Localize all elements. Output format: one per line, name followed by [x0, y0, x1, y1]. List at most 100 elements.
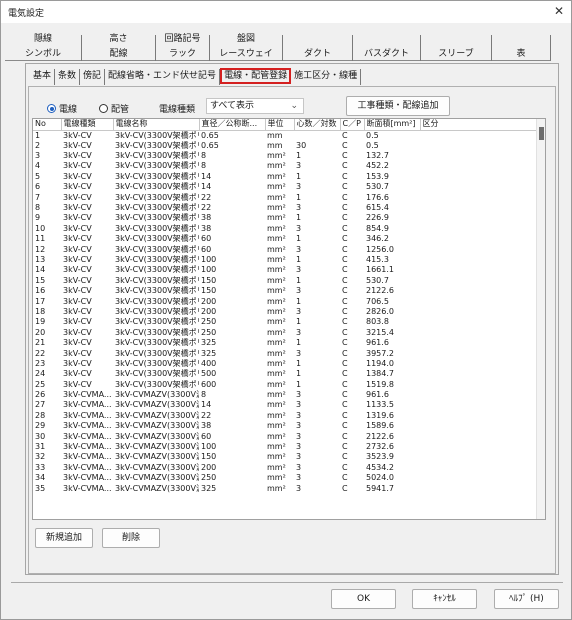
- add-work-type-button[interactable]: 工事種類・配線追加: [346, 96, 450, 116]
- new-add-button[interactable]: 新規追加: [35, 528, 93, 548]
- table-cell: mm²: [267, 234, 286, 244]
- table-row[interactable]: 12 3kV-CV 3kV-CV(3300V架橋ポリ...60 mm² 3 C 1256.0: [33, 244, 538, 254]
- table-cell: [420, 265, 538, 275]
- table-cell: 250: [201, 327, 217, 337]
- table-cell: 3kV-CV: [63, 338, 92, 348]
- column-header[interactable]: 直径／公称断...: [199, 119, 266, 131]
- radio-pipe[interactable]: 配管: [99, 102, 129, 115]
- tab-table[interactable]: 表: [492, 47, 550, 61]
- table-row[interactable]: 2 3kV-CV 3kV-CV(3300V架橋ポリ...0.65 mm 30 C 0.5: [33, 141, 538, 151]
- table-cell: 1: [296, 234, 302, 244]
- table-cell: 1: [296, 275, 302, 285]
- table-row[interactable]: 35 3kV-CVMA...3kV-CVMAZV(3300V波...325 mm² 3…: [33, 483, 538, 493]
- column-header[interactable]: 電線名称: [113, 119, 200, 131]
- table-row[interactable]: 31 3kV-CVMA...3kV-CVMAZV(3300V波...100 mm² 3…: [33, 442, 538, 452]
- table-row[interactable]: 22 3kV-CV 3kV-CV(3300V架橋ポリ...325 mm² 3 C 3957.…: [33, 348, 538, 358]
- table-row[interactable]: 25 3kV-CV 3kV-CV(3300V架橋ポリ...600 mm² 1 C 1519.…: [33, 379, 538, 389]
- vertical-scrollbar[interactable]: [536, 119, 545, 519]
- column-header[interactable]: 心数／対数: [294, 119, 341, 131]
- table-row[interactable]: 23 3kV-CV 3kV-CV(3300V架橋ポリ...400 mm² 1 C 1194.…: [33, 359, 538, 369]
- subtab-annotation[interactable]: 傍記: [80, 69, 106, 85]
- table-cell: 1589.6: [366, 421, 394, 431]
- table-cell: 1194.0: [366, 358, 394, 368]
- table-row[interactable]: 7 3kV-CV 3kV-CV(3300V架橋ポリ...22 mm² 1 C 176.6: [33, 192, 538, 202]
- tab-sleeve[interactable]: スリーブ: [421, 47, 491, 61]
- table-row[interactable]: 30 3kV-CVMA...3kV-CVMAZV(3300V波...60 mm² 3 C…: [33, 431, 538, 441]
- table-cell: 325: [201, 483, 217, 493]
- tab-panel-diagram[interactable]: 盤図: [210, 33, 282, 45]
- table-row[interactable]: 10 3kV-CV 3kV-CV(3300V架橋ポリ...38 mm² 3 C 854.9: [33, 224, 538, 234]
- table-row[interactable]: 34 3kV-CVMA...3kV-CVMAZV(3300V波...250 mm² 3…: [33, 473, 538, 483]
- tab-height[interactable]: 高さ: [82, 33, 155, 45]
- table-row[interactable]: 6 3kV-CV 3kV-CV(3300V架橋ポリ...14 mm² 3 C 530.7: [33, 182, 538, 192]
- table-row[interactable]: 5 3kV-CV 3kV-CV(3300V架橋ポリ...14 mm² 1 C 153.9: [33, 172, 538, 182]
- table-row[interactable]: 14 3kV-CV 3kV-CV(3300V架橋ポリ...100 mm² 3 C 1661.…: [33, 265, 538, 275]
- table-row[interactable]: 15 3kV-CV 3kV-CV(3300V架橋ポリ...150 mm² 1 C 530.7: [33, 276, 538, 286]
- help-button[interactable]: ﾍﾙﾌﾟ (H): [494, 589, 559, 609]
- subtab-basic[interactable]: 基本: [30, 69, 56, 85]
- table-row[interactable]: 33 3kV-CVMA...3kV-CVMAZV(3300V波...200 mm² 3…: [33, 463, 538, 473]
- table-row[interactable]: 4 3kV-CV 3kV-CV(3300V架橋ポリ...8 mm² 3 C 452.2: [33, 161, 538, 171]
- wire-type-select[interactable]: すべて表示 ⌄: [206, 98, 304, 114]
- table-cell: mm²: [267, 452, 286, 462]
- table-row[interactable]: 18 3kV-CV 3kV-CV(3300V架橋ポリ...200 mm² 3 C 2826.…: [33, 307, 538, 317]
- table-cell: 30: [296, 140, 307, 150]
- subtab-construction-division[interactable]: 施工区分・線種: [291, 69, 362, 85]
- table-cell: 530.7: [366, 182, 389, 192]
- tab-wiring[interactable]: 配線: [82, 47, 155, 61]
- main-tabs: 隠線 シンボル 高さ 配線 回路記号 ラック 盤図 レースウェイ ダクト バスダ…: [5, 33, 568, 65]
- table-cell: 17: [35, 296, 46, 306]
- table-cell: 21: [35, 338, 46, 348]
- subtab-wire-conduit-registration[interactable]: 電線・配管登録: [220, 68, 292, 84]
- table-row[interactable]: 9 3kV-CV 3kV-CV(3300V架橋ポリ...38 mm² 1 C 226.9: [33, 213, 538, 223]
- table-row[interactable]: 28 3kV-CVMA...3kV-CVMAZV(3300V波...22 mm² 3 C…: [33, 411, 538, 421]
- scrollbar-thumb[interactable]: [539, 127, 544, 140]
- column-header[interactable]: 電線種類: [61, 119, 114, 131]
- table-row[interactable]: 17 3kV-CV 3kV-CV(3300V架橋ポリ...200 mm² 1 C 706.5: [33, 296, 538, 306]
- radio-wire[interactable]: 電線: [47, 102, 77, 115]
- table-row[interactable]: 11 3kV-CV 3kV-CV(3300V架橋ポリ...60 mm² 1 C 346.2: [33, 234, 538, 244]
- tab-hidden-line[interactable]: 隠線: [5, 33, 81, 45]
- column-header[interactable]: 断面積[mm²]: [364, 119, 421, 131]
- table-cell: mm²: [267, 462, 286, 472]
- table-row[interactable]: 26 3kV-CVMA...3kV-CVMAZV(3300V波...8 mm² 3 C 9…: [33, 390, 538, 400]
- tab-rack[interactable]: ラック: [156, 47, 209, 61]
- ok-button[interactable]: OK: [331, 589, 396, 609]
- table-cell: 600: [201, 379, 217, 389]
- table-cell: 3kV-CVMAZV(3300V波...: [115, 390, 199, 400]
- tab-bus-duct[interactable]: バスダクト: [353, 47, 420, 61]
- column-header[interactable]: 区分: [420, 119, 539, 131]
- table-row[interactable]: 20 3kV-CV 3kV-CV(3300V架橋ポリ...250 mm² 3 C 3215.…: [33, 328, 538, 338]
- table-row[interactable]: 19 3kV-CV 3kV-CV(3300V架橋ポリ...250 mm² 1 C 803.8: [33, 317, 538, 327]
- subtab-count[interactable]: 条数: [55, 69, 81, 85]
- column-header[interactable]: 単位: [265, 119, 295, 131]
- tab-raceway[interactable]: レースウェイ: [210, 47, 282, 61]
- table-cell: [294, 130, 340, 141]
- table-row[interactable]: 24 3kV-CV 3kV-CV(3300V架橋ポリ...500 mm² 1 C 1384.…: [33, 369, 538, 379]
- table-cell: 961.6: [366, 338, 389, 348]
- wire-grid[interactable]: No 電線種類 電線名称 直径／公称断... 単位 心数／対数 C／P 断面積[mm²] 区分 …: [32, 118, 546, 520]
- column-header[interactable]: C／P: [340, 119, 365, 131]
- chevron-down-icon: ⌄: [290, 101, 298, 111]
- table-row[interactable]: 32 3kV-CVMA...3kV-CVMAZV(3300V波...150 mm² 3…: [33, 452, 538, 462]
- subtab-wiring-omission[interactable]: 配線省略・エンド伏せ記号: [105, 69, 221, 85]
- tab-symbol[interactable]: シンボル: [5, 47, 81, 61]
- table-row[interactable]: 3 3kV-CV 3kV-CV(3300V架橋ポリ...8 mm² 1 C 132.7: [33, 151, 538, 161]
- table-row[interactable]: 8 3kV-CV 3kV-CV(3300V架橋ポリ...22 mm² 3 C 615.4: [33, 203, 538, 213]
- table-cell: 100: [201, 265, 217, 275]
- table-row[interactable]: 13 3kV-CV 3kV-CV(3300V架橋ポリ...100 mm² 1 C 415.3: [33, 255, 538, 265]
- table-row[interactable]: 29 3kV-CVMA...3kV-CVMAZV(3300V波...38 mm² 3 C…: [33, 421, 538, 431]
- table-cell: 3kV-CV(3300V架橋ポリ...: [115, 203, 199, 213]
- table-cell: 2732.6: [366, 442, 394, 452]
- column-header[interactable]: No: [33, 119, 62, 131]
- tab-duct[interactable]: ダクト: [283, 47, 352, 61]
- close-icon[interactable]: ✕: [551, 3, 567, 19]
- cancel-button[interactable]: ｷｬﾝｾﾙ: [412, 589, 477, 609]
- table-row[interactable]: 16 3kV-CV 3kV-CV(3300V架橋ポリ...150 mm² 3 C 2122.…: [33, 286, 538, 296]
- table-row[interactable]: 1 3kV-CV 3kV-CV(3300V架橋ポリ...0.65 mm C 0.5: [33, 130, 538, 141]
- table-row[interactable]: 27 3kV-CVMA...3kV-CVMAZV(3300V波...14 mm² 3 C…: [33, 400, 538, 410]
- delete-button[interactable]: 削除: [102, 528, 160, 548]
- table-row[interactable]: 21 3kV-CV 3kV-CV(3300V架橋ポリ...325 mm² 1 C 961.6: [33, 338, 538, 348]
- tab-circuit-symbol[interactable]: 回路記号: [156, 33, 209, 45]
- table-cell: mm²: [267, 473, 286, 483]
